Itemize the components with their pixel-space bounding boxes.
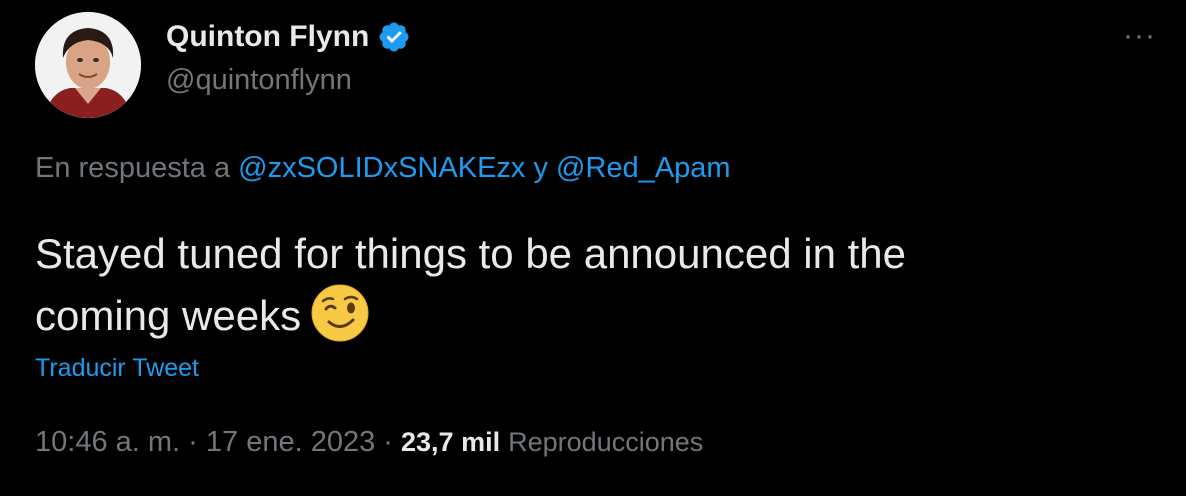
tweet-line-1: Stayed tuned for things to be announced … — [35, 230, 906, 277]
reply-joiner: y — [533, 152, 548, 184]
reply-context: En respuesta a @zxSOLIDxSNAKEzx y @Red_A… — [35, 152, 731, 185]
separator-dot: · — [383, 426, 393, 458]
tweet-line-2: coming weeks — [35, 292, 302, 339]
winking-face-icon — [311, 284, 369, 342]
verified-badge-icon[interactable] — [377, 20, 411, 54]
views-label[interactable]: Reproducciones — [508, 427, 703, 457]
tweet-line-2-wrap: coming weeks — [35, 284, 1145, 346]
mention-link-1[interactable]: @zxSOLIDxSNAKEzx — [238, 152, 525, 184]
tweet-date[interactable]: 17 ene. 2023 — [206, 426, 375, 458]
avatar[interactable] — [35, 12, 141, 118]
tweet-metadata: 10:46 a. m. · 17 ene. 2023 · 23,7 mil Re… — [35, 426, 703, 459]
reply-prefix: En respuesta a — [35, 152, 231, 184]
tweet-time[interactable]: 10:46 a. m. — [35, 426, 180, 458]
author-display-name[interactable]: Quinton Flynn — [166, 20, 369, 54]
more-options-button[interactable]: ··· — [1123, 21, 1156, 51]
profile-photo — [35, 12, 141, 118]
author-name[interactable]: Quinton Flynn — [166, 20, 411, 54]
views-count[interactable]: 23,7 mil — [401, 427, 500, 457]
translate-tweet-link[interactable]: Traducir Tweet — [35, 354, 199, 383]
separator-dot: · — [188, 426, 198, 458]
mention-link-2[interactable]: @Red_Apam — [556, 152, 731, 184]
tweet-text: Stayed tuned for things to be announced … — [35, 224, 1145, 346]
author-handle[interactable]: @quintonflynn — [166, 64, 352, 97]
